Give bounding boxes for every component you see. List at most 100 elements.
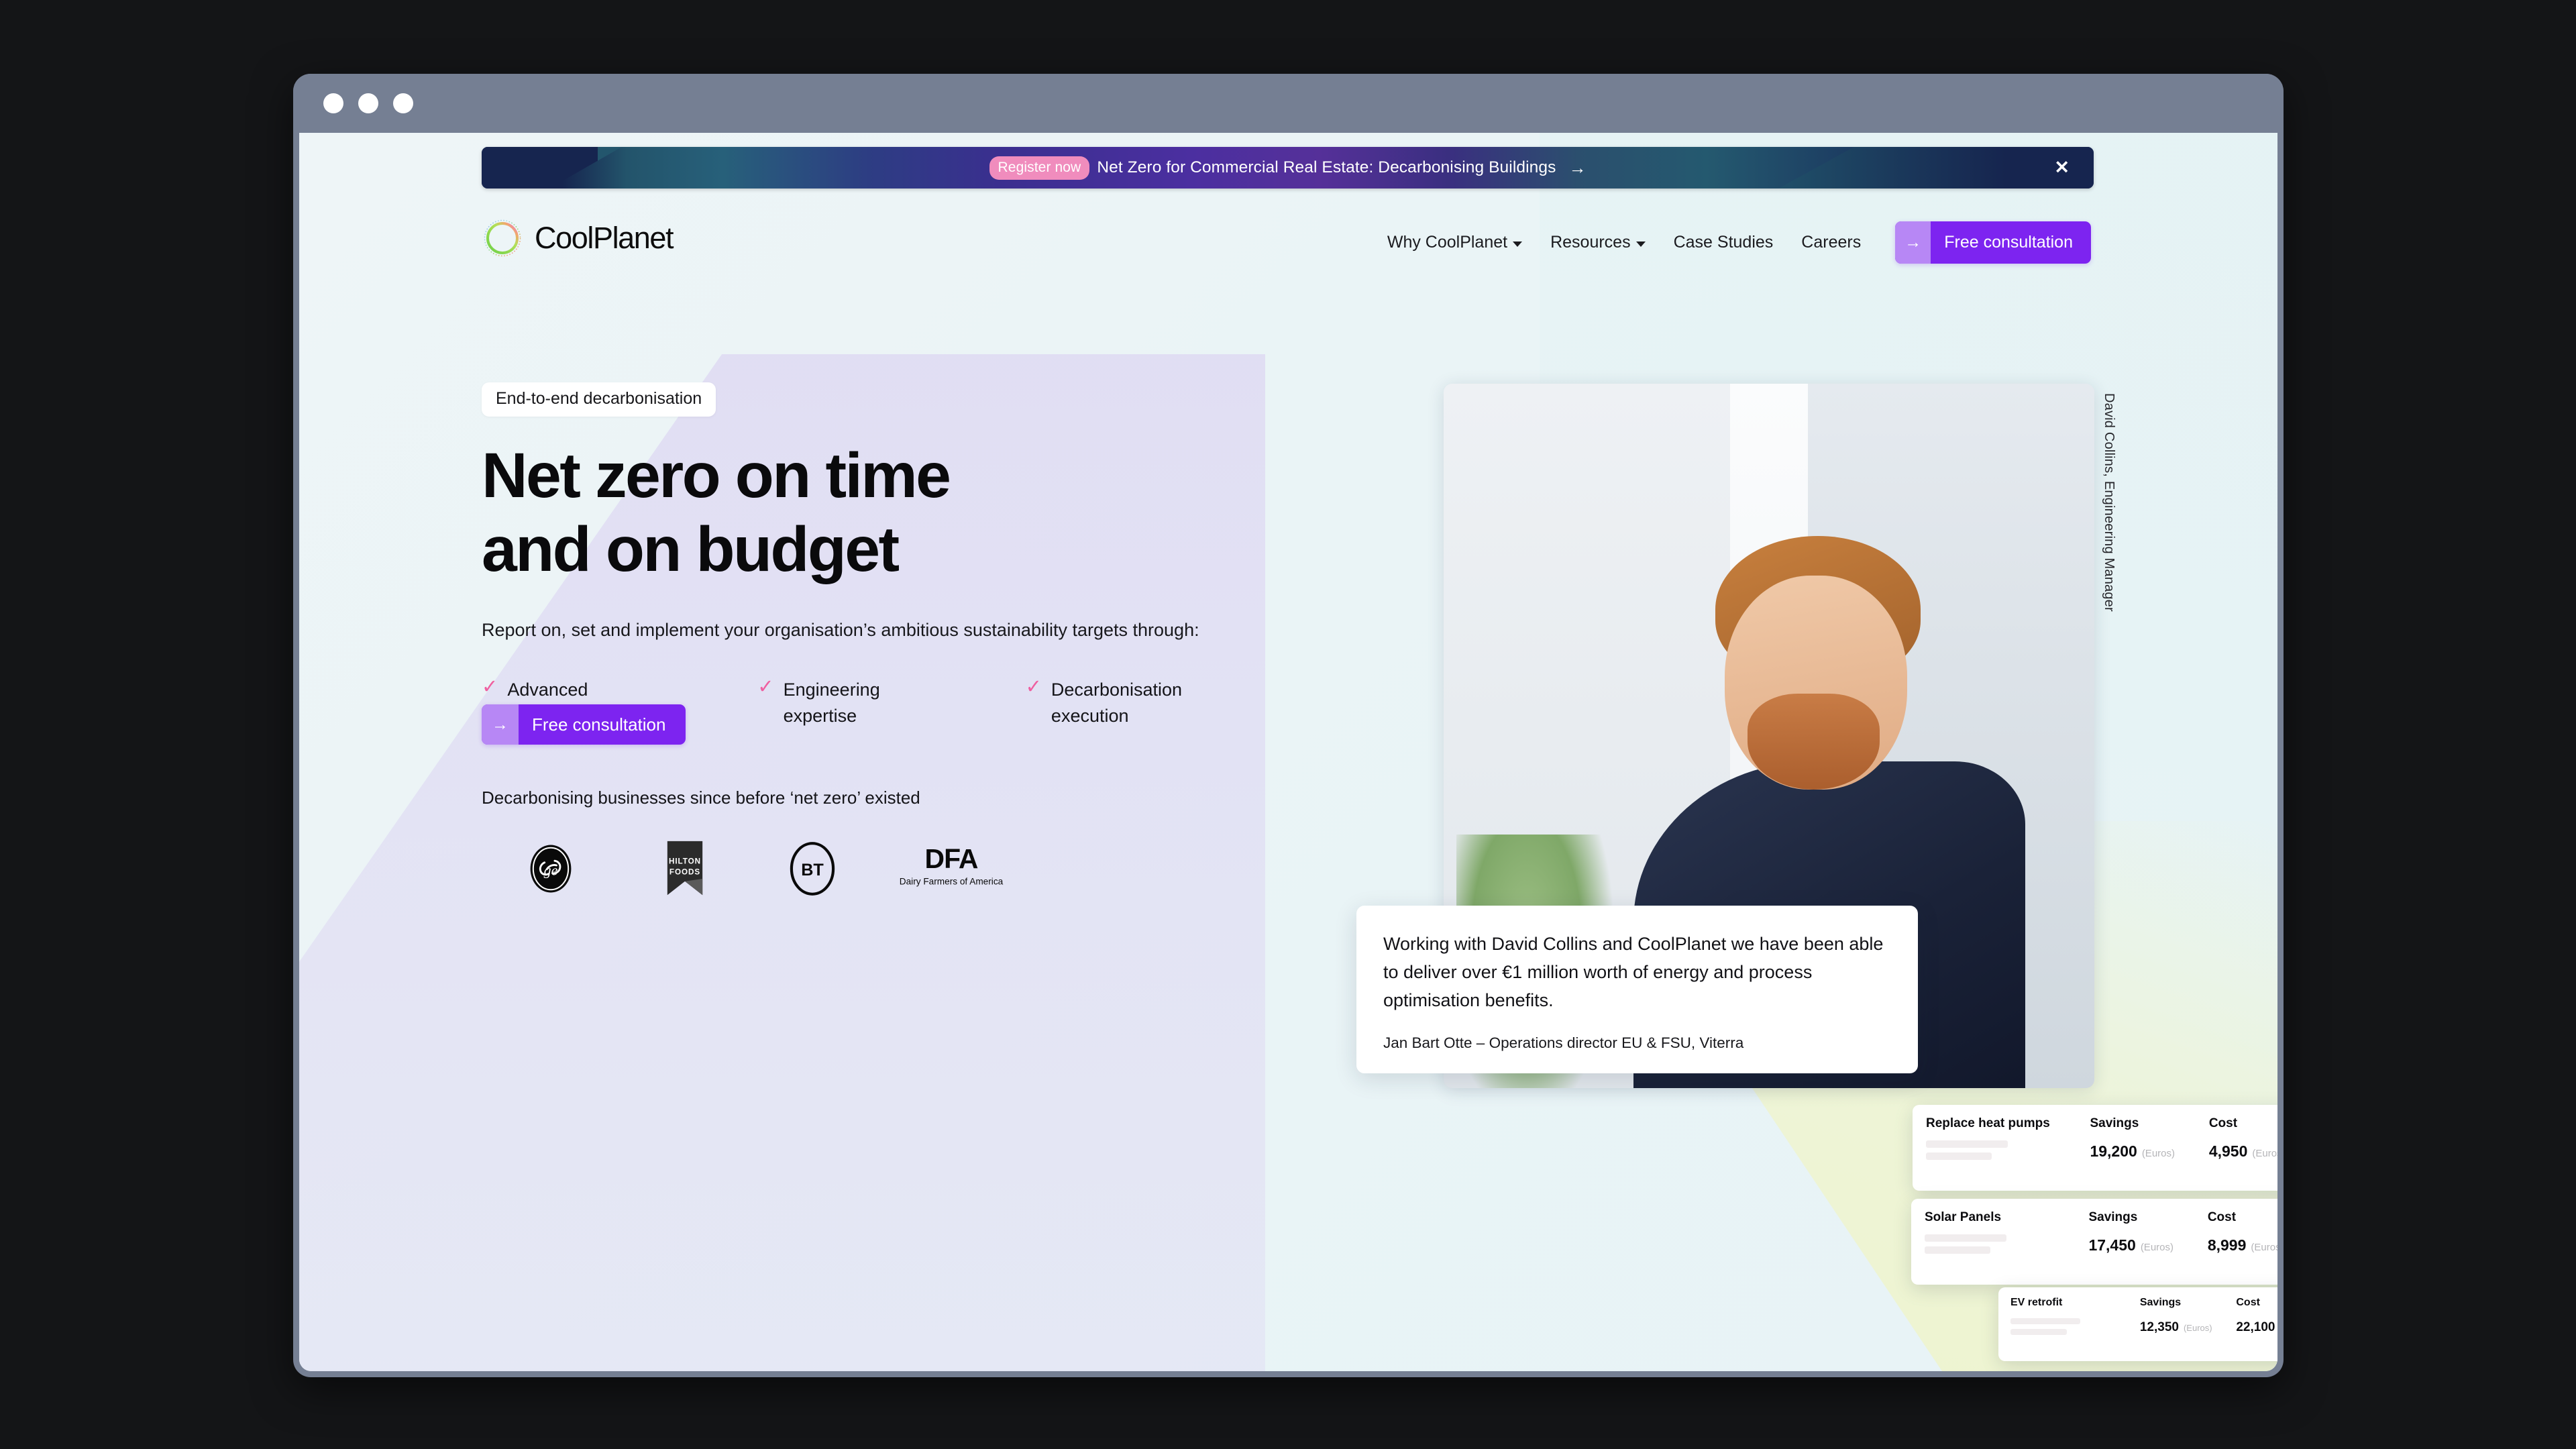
hero-title-line-2: and on budget (482, 514, 900, 586)
hero-content: End-to-end decarbonisation Net zero on t… (482, 382, 1354, 896)
nav-item-careers[interactable]: Careers (1787, 233, 1875, 252)
metric-savings-column: Savings 12,350 (Euros) (2140, 1297, 2237, 1335)
metric-savings-unit: (Euros) (2183, 1323, 2212, 1333)
metric-savings-header: Savings (2139, 1297, 2182, 1308)
eyebrow-badge: End-to-end decarbonisation (482, 382, 716, 417)
metric-name-column: EV retrofit (2010, 1297, 2140, 1340)
placeholder-bar (1926, 1152, 1992, 1160)
metric-cost-value: 8,999 (2207, 1236, 2247, 1254)
window-minimize-dot[interactable] (358, 93, 378, 113)
metric-savings-value: 19,200 (2090, 1142, 2137, 1160)
metric-cost-value: 4,950 (2208, 1142, 2248, 1160)
window-maximize-dot[interactable] (393, 93, 413, 113)
hero-subtitle: Report on, set and implement your organi… (482, 620, 1199, 641)
metric-cost-unit: (Euros) (2252, 1148, 2277, 1159)
site-header: CoolPlanet Why CoolPlanet Resources Case… (299, 207, 2277, 287)
placeholder-bar (1925, 1246, 1990, 1254)
nav-label: Case Studies (1673, 233, 1774, 252)
metric-cost-value-row: 22,100 (Euros) (2236, 1320, 2277, 1335)
metric-cost-value-row: 8,999 (Euros) (2208, 1236, 2277, 1254)
announcement-banner-content: Register now Net Zero for Commercial Rea… (989, 156, 1587, 180)
svg-text:Dairy Farmers of America: Dairy Farmers of America (900, 876, 1004, 886)
logo-wordmark: CoolPlanet (535, 221, 674, 255)
page-title: Net zero on time and on budget (482, 439, 1354, 586)
feature-item-engineering-expertise: ✓ Engineering expertise (757, 677, 1025, 729)
metric-placeholder-bars (1925, 1234, 2088, 1258)
client-logo-hilton-foods: HILTON FOODS (619, 840, 750, 898)
metric-savings-column: Savings 19,200 (Euros) (2090, 1116, 2208, 1161)
nav-item-why-coolplanet[interactable]: Why CoolPlanet (1373, 233, 1536, 252)
metric-cost-column: Cost 8,999 (Euros) (2208, 1210, 2277, 1254)
page-viewport: Register now Net Zero for Commercial Rea… (299, 133, 2277, 1371)
metric-cost-value: 22,100 (2236, 1320, 2275, 1334)
svg-text:ge: ge (543, 861, 557, 878)
coolplanet-logo[interactable]: CoolPlanet (482, 217, 674, 259)
check-icon: ✓ (757, 676, 774, 698)
browser-window: Register now Net Zero for Commercial Rea… (293, 74, 2284, 1377)
metric-savings-unit: (Euros) (2140, 1242, 2174, 1253)
chevron-down-icon (1635, 241, 1646, 247)
header-free-consultation-button[interactable]: → Free consultation (1895, 221, 2091, 264)
svg-text:FOODS: FOODS (669, 867, 700, 876)
arrow-right-icon: → (482, 704, 519, 745)
placeholder-bar (1925, 1234, 2006, 1242)
browser-titlebar (293, 74, 2284, 133)
register-now-pill[interactable]: Register now (989, 156, 1090, 180)
metric-card-replace-heat-pumps[interactable]: Replace heat pumps Savings 19,200 (Euros… (1913, 1105, 2277, 1191)
metric-card-title: EV retrofit (2010, 1297, 2063, 1308)
arrow-right-icon: → (1568, 157, 1587, 178)
placeholder-bar (2010, 1329, 2067, 1335)
chevron-down-icon (1513, 241, 1523, 247)
hero-free-consultation-button[interactable]: → Free consultation (482, 704, 686, 745)
placeholder-bar (2010, 1318, 2080, 1324)
metric-cost-value-row: 4,950 (Euros) (2209, 1142, 2277, 1161)
metric-cost-unit: (Euros) (2251, 1242, 2277, 1253)
testimonial-quote: Working with David Collins and CoolPlane… (1383, 934, 1884, 1011)
svg-text:DFA: DFA (925, 843, 978, 874)
metric-cost-header: Cost (2207, 1210, 2237, 1224)
metric-card-title: Replace heat pumps (1926, 1116, 2050, 1130)
svg-text:HILTON: HILTON (669, 857, 701, 866)
metric-card-solar-panels[interactable]: Solar Panels Savings 17,450 (Euros) Cost… (1911, 1199, 2277, 1285)
header-cta-label: Free consultation (1944, 233, 2073, 252)
metric-cost-header: Cost (2208, 1116, 2238, 1130)
metric-name-column: Solar Panels (1925, 1210, 2088, 1258)
hero-title-line-1: Net zero on time (482, 440, 951, 511)
metric-savings-header: Savings (2088, 1210, 2138, 1224)
metric-savings-value-row: 17,450 (Euros) (2088, 1236, 2207, 1254)
placeholder-bar (1926, 1140, 2008, 1148)
client-logo-strip: ge HILTON FOODS BT DFA Dairy Farmers of … (482, 840, 1028, 898)
coolplanet-ring-icon (482, 217, 523, 259)
metric-card-ev-retrofit[interactable]: EV retrofit Savings 12,350 (Euros) Cost … (1998, 1287, 2277, 1361)
feature-label: Decarbonisation execution (1051, 680, 1183, 727)
feature-item-decarbonisation-execution: ✓ Decarbonisation execution (1026, 677, 1267, 729)
nav-label: Resources (1550, 233, 1631, 252)
check-icon: ✓ (482, 676, 498, 698)
window-close-dot[interactable] (323, 93, 343, 113)
client-logo-bt: BT (750, 841, 874, 897)
testimonial-author: Jan Bart Otte – Operations director EU &… (1383, 1034, 1744, 1052)
social-proof-text: Decarbonising businesses since before ‘n… (482, 788, 920, 808)
nav-item-resources[interactable]: Resources (1536, 233, 1660, 252)
client-logo-dfa: DFA Dairy Farmers of America (874, 843, 1028, 894)
metric-savings-value: 17,450 (2088, 1236, 2136, 1254)
metric-cost-column: Cost 4,950 (Euros) (2209, 1116, 2277, 1161)
metric-cost-column: Cost 22,100 (Euros) (2236, 1297, 2277, 1335)
nav-item-case-studies[interactable]: Case Studies (1660, 233, 1788, 252)
announcement-banner[interactable]: Register now Net Zero for Commercial Rea… (482, 147, 2094, 189)
photo-credit-caption: David Collins, Engineering Manager (2102, 393, 2116, 612)
photo-beard (1747, 694, 1880, 790)
metric-placeholder-bars (1926, 1140, 2090, 1165)
svg-text:BT: BT (801, 861, 824, 879)
metric-card-title: Solar Panels (1925, 1210, 2002, 1224)
metric-savings-value: 12,350 (2139, 1320, 2179, 1334)
metric-name-column: Replace heat pumps (1926, 1116, 2090, 1165)
close-icon[interactable]: ✕ (2054, 158, 2070, 177)
metric-placeholder-bars (2010, 1318, 2140, 1340)
metric-savings-header: Savings (2090, 1116, 2139, 1130)
nav-label: Why CoolPlanet (1387, 233, 1508, 252)
feature-label: Engineering expertise (783, 680, 880, 727)
client-logo-ge: ge (482, 843, 619, 894)
arrow-right-icon: → (1895, 221, 1931, 264)
metric-savings-value-row: 19,200 (Euros) (2090, 1142, 2208, 1161)
